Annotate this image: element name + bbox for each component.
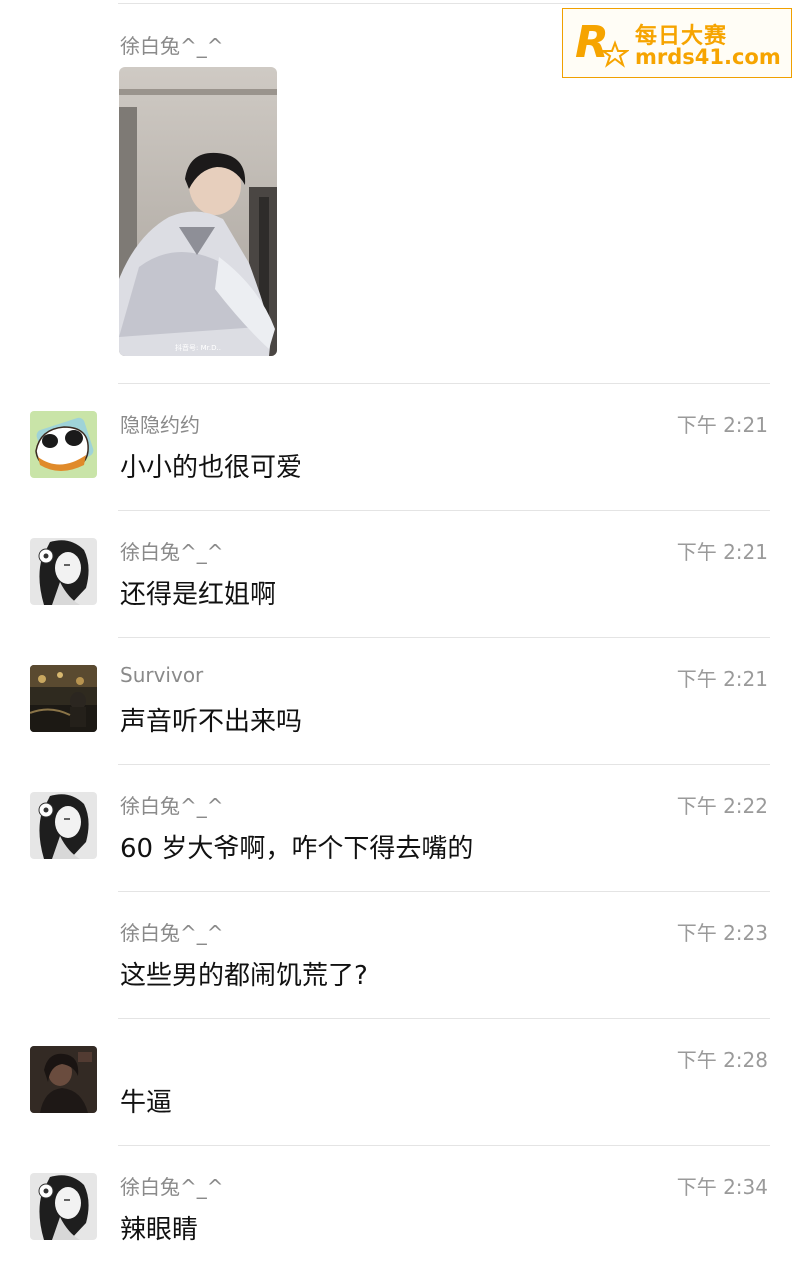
divider — [118, 764, 770, 765]
message-text: 牛逼 — [120, 1088, 173, 1118]
sender-name: Survivor — [120, 663, 204, 687]
watermark: R 每日大赛 mrds41.com — [562, 8, 792, 78]
divider — [118, 383, 770, 384]
sender-name: 徐白兔^_^ — [120, 1175, 224, 1199]
message-text: 声音听不出来吗 — [120, 707, 303, 737]
message-text: 小小的也很可爱 — [120, 453, 303, 483]
message-text: 辣眼睛 — [120, 1215, 199, 1245]
divider — [118, 1145, 770, 1146]
message-time: 下午 2:28 — [676, 1048, 768, 1072]
divider — [118, 637, 770, 638]
watermark-url: mrds41.com — [635, 45, 781, 69]
dark-crowd-avatar[interactable] — [30, 665, 97, 732]
divider — [118, 1018, 770, 1019]
divider — [118, 3, 770, 4]
sender-name: 徐白兔^_^ — [120, 540, 224, 564]
sender-name: 徐白兔^_^ — [120, 794, 224, 818]
message-text: 还得是红姐啊 — [120, 580, 277, 610]
svg-text:R: R — [575, 17, 609, 68]
lady-sketch-avatar[interactable] — [30, 1173, 97, 1240]
message-time: 下午 2:21 — [676, 667, 768, 691]
sender-name: 徐白兔^_^ — [120, 34, 224, 58]
svg-text:抖音号: Mr.D..: 抖音号: Mr.D.. — [175, 343, 221, 352]
message-text: 这些男的都闹饥荒了? — [120, 961, 368, 991]
message-time: 下午 2:21 — [676, 540, 768, 564]
logo-icon: R — [575, 17, 629, 68]
message-time: 下午 2:21 — [676, 413, 768, 437]
message-time: 下午 2:34 — [676, 1175, 768, 1199]
divider — [118, 510, 770, 511]
message-time: 下午 2:23 — [676, 921, 768, 945]
sender-name: 隐隐约约 — [120, 413, 200, 437]
panda-toast-avatar[interactable] — [30, 411, 97, 478]
lady-sketch-avatar[interactable] — [30, 538, 97, 605]
message-text: 60 岁大爷啊，咋个下得去嘴的 — [120, 834, 474, 864]
photo-message[interactable]: 抖音号: Mr.D.. — [119, 67, 277, 356]
divider — [118, 891, 770, 892]
lady-sketch-avatar[interactable] — [30, 792, 97, 859]
dark-portrait-avatar[interactable] — [30, 1046, 97, 1113]
message-time: 下午 2:22 — [676, 794, 768, 818]
sender-name: 徐白兔^_^ — [120, 921, 224, 945]
